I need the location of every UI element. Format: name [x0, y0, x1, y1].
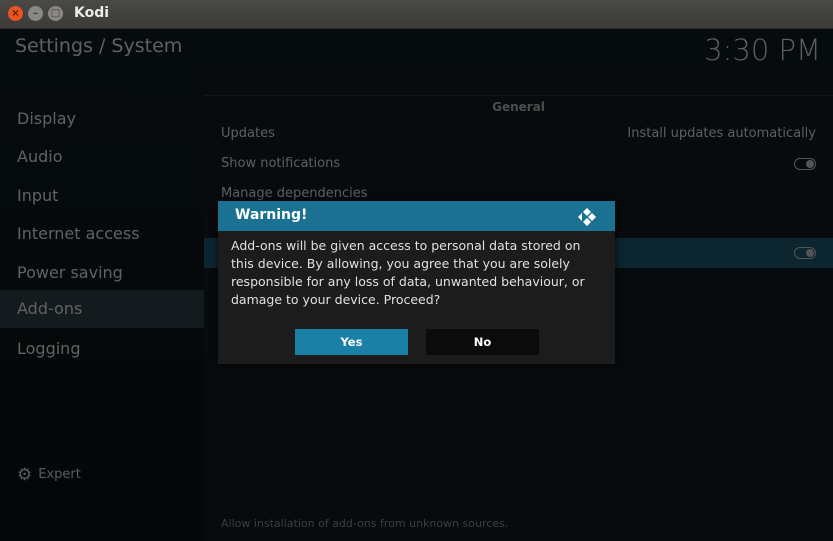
sidebar-item-audio[interactable]: Audio: [0, 139, 204, 175]
sidebar-item-internet-access[interactable]: Internet access: [0, 216, 204, 252]
kodi-logo-icon: [578, 208, 596, 226]
toggle-switch[interactable]: [794, 158, 816, 170]
yes-button[interactable]: Yes: [295, 329, 408, 355]
no-button[interactable]: No: [426, 329, 539, 355]
sidebar-item-display[interactable]: Display: [0, 101, 204, 137]
window-minimize-button[interactable]: –: [28, 6, 43, 21]
setting-label: Updates: [221, 126, 275, 141]
sidebar-item-logging[interactable]: Logging: [0, 331, 204, 367]
setting-label: Manage dependencies: [221, 186, 368, 201]
setting-show-notifications[interactable]: Show notifications: [221, 149, 816, 179]
sidebar-item-add-ons[interactable]: Add-ons: [0, 290, 204, 328]
dialog-header: Warning!: [218, 201, 615, 231]
warning-dialog: Warning! Add-ons will be given access to…: [218, 201, 615, 364]
window-close-button[interactable]: ×: [8, 6, 23, 21]
content-divider: [204, 95, 833, 96]
toggle-switch[interactable]: [794, 247, 816, 259]
expert-level-button[interactable]: ⚙ Expert: [17, 465, 81, 485]
dialog-title: Warning!: [235, 207, 308, 223]
setting-updates[interactable]: Updates Install updates automatically: [221, 119, 816, 149]
gear-icon: ⚙: [17, 465, 33, 485]
window-title: Kodi: [74, 5, 110, 21]
dialog-message: Add-ons will be given access to personal…: [231, 238, 585, 307]
expert-label: Expert: [38, 467, 81, 482]
window-maximize-button[interactable]: □: [48, 6, 63, 21]
clock: 3:30 PM: [704, 33, 821, 67]
setting-label: Show notifications: [221, 156, 341, 171]
sidebar-item-input[interactable]: Input: [0, 178, 204, 214]
page-title: Settings / System: [15, 35, 183, 57]
setting-description: Allow installation of add-ons from unkno…: [221, 517, 509, 530]
setting-value: Install updates automatically: [627, 126, 816, 141]
sidebar-item-power-saving[interactable]: Power saving: [0, 255, 204, 291]
window-titlebar: × – □ Kodi: [0, 0, 833, 29]
group-label: General: [492, 100, 545, 114]
